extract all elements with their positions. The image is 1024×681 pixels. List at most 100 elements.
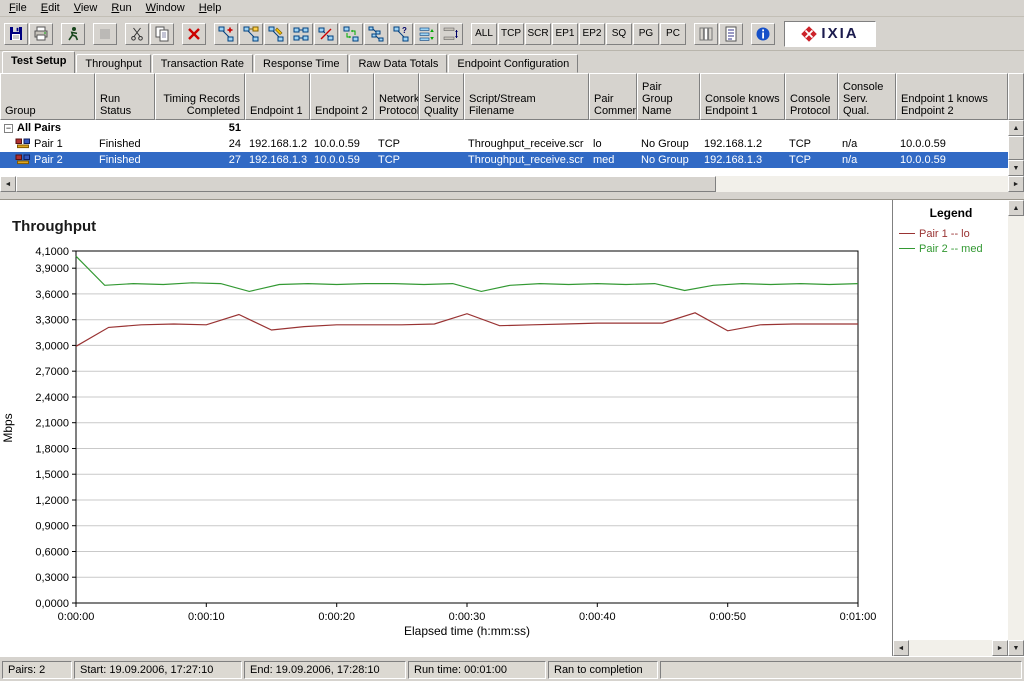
scroll-down-arrow[interactable]: ▼ — [1008, 160, 1024, 176]
collapse-all-pairs-icon[interactable]: − — [4, 123, 13, 133]
scroll-track[interactable] — [716, 176, 1008, 192]
menu-window[interactable]: Window — [139, 0, 192, 17]
scroll-track[interactable] — [909, 640, 992, 656]
table-vertical-scrollbar[interactable]: ▲ ▼ — [1008, 120, 1024, 176]
tab-raw-data-totals[interactable]: Raw Data Totals — [349, 54, 448, 73]
cell-timing-records: 24 — [228, 138, 241, 150]
column-header-console-sq[interactable]: Console Serv. Qual. — [838, 73, 896, 120]
swap-pair-rows-button[interactable] — [439, 22, 463, 45]
column-header-pair-comment[interactable]: Pair Comment — [589, 73, 637, 120]
svg-text:0:00:10: 0:00:10 — [188, 611, 225, 623]
save-button[interactable] — [4, 22, 28, 45]
menu-run[interactable]: Run — [104, 0, 138, 17]
tab-endpoint-configuration[interactable]: Endpoint Configuration — [448, 54, 579, 73]
column-header-service-quality[interactable]: Service Quality — [419, 73, 464, 120]
cut-button[interactable] — [125, 22, 149, 45]
column-header-endpoint2[interactable]: Endpoint 2 — [310, 73, 374, 120]
column-header-console-protocol[interactable]: Console Protocol — [785, 73, 838, 120]
copy-button[interactable] — [150, 22, 174, 45]
ixia-logo-text: IXIA — [821, 25, 859, 42]
pair-row-pair-1[interactable]: Pair 1 Finished 24 192.168.1.2 10.0.0.59 TCP T… — [0, 136, 1008, 152]
column-header-network-protocol[interactable]: Network Protocol — [374, 73, 419, 120]
delete-button[interactable] — [182, 22, 206, 45]
svg-text:0:00:50: 0:00:50 — [709, 611, 746, 623]
column-header-group[interactable]: Group — [0, 73, 95, 120]
legend-horizontal-scrollbar[interactable]: ◄ ► — [893, 640, 1008, 656]
splitter[interactable] — [0, 192, 1024, 200]
table-horizontal-scrollbar[interactable]: ◄ ► — [0, 176, 1024, 192]
scroll-down-arrow[interactable]: ▼ — [1008, 640, 1024, 656]
legend-vertical-scrollbar[interactable]: ▲ ▼ — [1008, 200, 1024, 656]
add-multicast-group-button[interactable] — [239, 22, 263, 45]
scroll-up-arrow[interactable]: ▲ — [1008, 120, 1024, 136]
toolbar-separator — [54, 23, 61, 45]
all-pairs-row[interactable]: − All Pairs 51 — [0, 120, 1008, 136]
tab-response-time[interactable]: Response Time — [254, 54, 349, 73]
swap-endpoints-icon — [343, 26, 359, 41]
column-header-endpoint1[interactable]: Endpoint 1 — [245, 73, 310, 120]
replicate-pair-icon — [368, 26, 384, 41]
filter-button-sq[interactable]: SQ — [606, 22, 632, 45]
connect-pairs-button[interactable] — [289, 22, 313, 45]
cell-ep1-knows-ep2: 10.0.0.59 — [900, 138, 946, 150]
menu-edit[interactable]: Edit — [34, 0, 67, 17]
run-test-button[interactable] — [61, 22, 85, 45]
cell-run-status: Finished — [99, 138, 141, 150]
toolbar-separator — [86, 23, 93, 45]
replicate-pair-button[interactable] — [364, 22, 388, 45]
filter-button-pg[interactable]: PG — [633, 22, 659, 45]
column-header-run-status[interactable]: Run Status — [95, 73, 155, 120]
filter-button-pc[interactable]: PC — [660, 22, 686, 45]
column-chooser-button[interactable] — [694, 22, 718, 45]
column-header-console-knows-ep1[interactable]: Console knows Endpoint 1 — [700, 73, 785, 120]
column-header-ep1-knows-ep2[interactable]: Endpoint 1 knows Endpoint 2 — [896, 73, 1008, 120]
svg-text:0,9000: 0,9000 — [35, 521, 69, 533]
tab-transaction-rate[interactable]: Transaction Rate — [151, 54, 254, 73]
status-run-time: Run time: 00:01:00 — [408, 661, 546, 679]
status-pairs-count: Pairs: 2 — [2, 661, 72, 679]
filter-button-tcp[interactable]: TCP — [498, 22, 524, 45]
legend-item: Pair 2 -- med — [899, 241, 1024, 256]
edit-pair-button[interactable] — [264, 22, 288, 45]
pair-attributes-button[interactable]: ? — [389, 22, 413, 45]
scroll-right-arrow[interactable]: ► — [992, 640, 1008, 656]
scroll-up-arrow[interactable]: ▲ — [1008, 200, 1024, 216]
report-button[interactable] — [719, 22, 743, 45]
column-header-timing-records[interactable]: Timing Records Completed — [155, 73, 245, 120]
cell-console-sq: n/a — [842, 154, 858, 166]
filter-button-scr[interactable]: SCR — [525, 22, 551, 45]
copy-icon — [155, 26, 169, 41]
scroll-track[interactable] — [1008, 216, 1024, 640]
column-header-pair-group[interactable]: Pair Group Name — [637, 73, 700, 120]
cell-timing-records: 27 — [228, 154, 241, 166]
add-pair-button[interactable] — [214, 22, 238, 45]
filter-button-ep2[interactable]: EP2 — [579, 22, 605, 45]
toolbar-separator — [175, 23, 182, 45]
swap-endpoints-button[interactable] — [339, 22, 363, 45]
scroll-left-arrow[interactable]: ◄ — [893, 640, 909, 656]
print-button[interactable] — [29, 22, 53, 45]
filter-button-ep1[interactable]: EP1 — [552, 22, 578, 45]
svg-text:0,3000: 0,3000 — [35, 572, 69, 584]
menu-file[interactable]: File — [2, 0, 34, 17]
disconnect-pairs-button[interactable] — [314, 22, 338, 45]
menu-help[interactable]: Help — [192, 0, 229, 17]
svg-text:0:01:00: 0:01:00 — [840, 611, 877, 623]
scroll-right-arrow[interactable]: ► — [1008, 176, 1024, 192]
scroll-left-arrow[interactable]: ◄ — [0, 176, 16, 192]
add-pair-icon — [218, 26, 234, 41]
scroll-thumb[interactable] — [1008, 136, 1024, 160]
menu-view[interactable]: View — [67, 0, 105, 17]
tab-throughput[interactable]: Throughput — [76, 54, 151, 73]
cell-pair-comment: med — [593, 154, 615, 166]
tab-test-setup[interactable]: Test Setup — [2, 51, 76, 73]
reorder-pairs-button[interactable] — [414, 22, 438, 45]
ixia-logo: IXIA — [784, 20, 876, 47]
legend-item-label: Pair 2 -- med — [919, 242, 983, 255]
scroll-thumb[interactable] — [16, 176, 716, 192]
filter-button-all[interactable]: ALL — [471, 22, 497, 45]
pair-row-pair-2[interactable]: Pair 2 Finished 27 192.168.1.3 10.0.0.59 TCP T… — [0, 152, 1008, 168]
about-info-button[interactable] — [751, 22, 775, 45]
column-header-script[interactable]: Script/Stream Filename — [464, 73, 589, 120]
cell-pair-comment: lo — [593, 138, 602, 150]
